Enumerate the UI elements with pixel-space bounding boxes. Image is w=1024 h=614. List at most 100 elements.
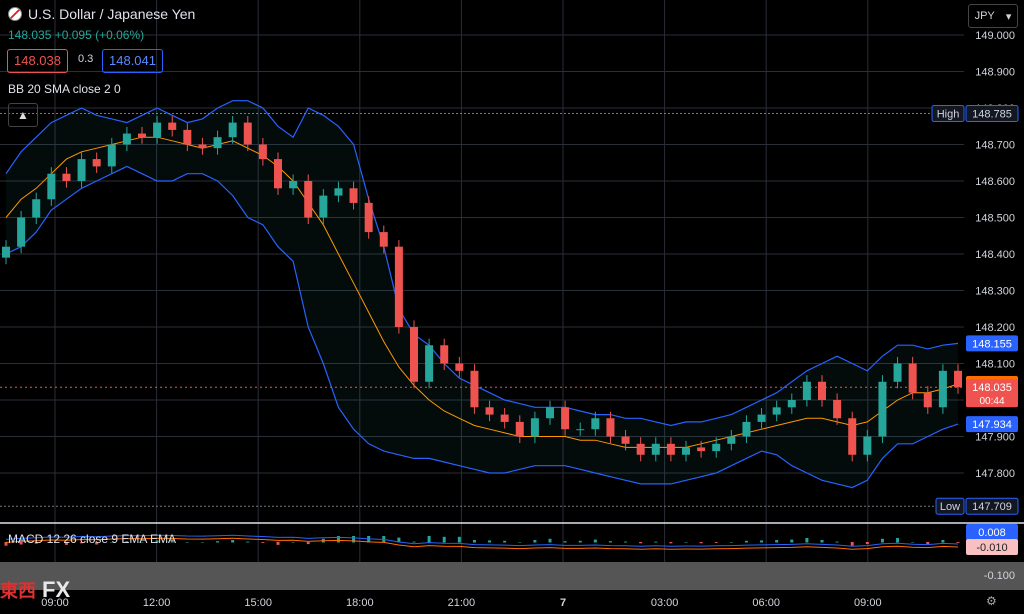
candle-body xyxy=(666,443,675,455)
candle-body xyxy=(122,133,131,145)
macd-histogram-bar xyxy=(865,542,869,545)
candle-body xyxy=(153,122,162,138)
x-tick-label: 12:00 xyxy=(143,597,171,609)
x-tick-label: 21:00 xyxy=(448,597,476,609)
candle-body xyxy=(576,429,585,431)
candle-body xyxy=(410,327,418,382)
macd-histogram-bar xyxy=(276,542,280,545)
collapse-indicators-button[interactable]: ▲ xyxy=(8,103,38,127)
x-tick-label: 03:00 xyxy=(651,597,679,609)
candle-body xyxy=(455,363,464,371)
candle-body xyxy=(2,246,10,258)
chevron-up-icon: ▲ xyxy=(17,108,29,122)
macd-histogram-bar xyxy=(880,538,884,543)
candle-body xyxy=(863,436,872,455)
candle-body xyxy=(168,122,177,130)
candle-body xyxy=(17,217,26,247)
settings-gear-icon[interactable]: ⚙ xyxy=(986,594,997,608)
high-tag: High xyxy=(937,108,960,120)
watermark-kanji: 東西 xyxy=(0,581,36,602)
macd-histogram-bar xyxy=(518,542,522,543)
macd-value-badge: 0.008 xyxy=(978,527,1006,539)
watermark-fx: FX xyxy=(42,577,71,602)
macd-histogram-bar xyxy=(246,541,250,543)
macd-histogram-bar xyxy=(820,540,824,543)
candle-body xyxy=(243,122,252,145)
countdown-label: 00:44 xyxy=(979,396,1004,407)
y-tick-label: 148.400 xyxy=(975,249,1015,261)
y-tick-label: 148.900 xyxy=(975,67,1015,79)
macd-histogram-bar xyxy=(896,538,900,543)
macd-histogram-bar xyxy=(291,542,295,543)
y-tick-label: 148.600 xyxy=(975,176,1015,188)
candle-body xyxy=(107,144,116,167)
chevron-down-icon: ▾ xyxy=(1005,10,1012,23)
candle-body xyxy=(818,381,826,400)
candle-body xyxy=(183,129,192,145)
macd-histogram-bar xyxy=(352,536,356,543)
candle-body xyxy=(833,400,842,419)
candle-body xyxy=(515,421,524,437)
y-tick-label: 148.200 xyxy=(975,322,1015,334)
candle-body xyxy=(258,144,267,160)
x-tick-label: 7 xyxy=(560,597,566,609)
macd-histogram-bar xyxy=(805,538,809,543)
candle-body xyxy=(636,443,645,455)
bb-lower-badge: 147.934 xyxy=(972,419,1012,431)
last-price-badge: 148.035 xyxy=(972,382,1012,394)
candle-body xyxy=(319,195,328,218)
high-price-badge: 148.785 xyxy=(972,108,1012,120)
symbol-title: U.S. Dollar / Japanese Yen xyxy=(28,6,196,22)
macd-histogram-bar xyxy=(548,538,552,543)
candle-body xyxy=(425,345,434,382)
macd-indicator-label[interactable]: MACD 12 26 close 9 EMA EMA xyxy=(8,532,176,546)
ask-button[interactable]: 148.041 xyxy=(102,49,163,73)
bid-button[interactable]: 148.038 xyxy=(7,49,68,73)
macd-histogram-bar xyxy=(488,540,492,543)
macd-histogram-bar xyxy=(790,539,794,543)
y-tick-label: 149.000 xyxy=(975,30,1015,42)
macd-histogram-bar xyxy=(654,541,658,543)
macd-histogram-bar xyxy=(926,542,930,545)
low-price-badge: 147.709 xyxy=(972,501,1012,513)
candle-body xyxy=(591,418,600,430)
x-tick-label: 15:00 xyxy=(244,597,272,609)
candle-body xyxy=(485,407,494,415)
candle-body xyxy=(908,363,917,393)
macd-histogram-bar xyxy=(563,541,567,543)
candle-body xyxy=(893,363,902,382)
macd-histogram-bar xyxy=(669,542,673,544)
watermark-logo: 東西 FX xyxy=(0,574,70,606)
macd-histogram-bar xyxy=(835,541,839,543)
y-tick-label: 147.900 xyxy=(975,432,1015,444)
y-tick-label: 148.300 xyxy=(975,286,1015,298)
candle-body xyxy=(62,173,71,181)
macd-histogram-bar xyxy=(744,540,748,543)
macd-histogram-bar xyxy=(503,540,507,543)
macd-histogram-bar xyxy=(457,536,461,543)
macd-histogram-bar xyxy=(775,540,779,543)
x-tick-label: 18:00 xyxy=(346,597,374,609)
macd-histogram-bar xyxy=(684,542,688,543)
y-tick-label: 148.500 xyxy=(975,213,1015,225)
macd-histogram-bar xyxy=(200,542,204,543)
price-chart[interactable]: 149.000148.900148.800148.700148.600148.5… xyxy=(0,0,1024,614)
candle-body xyxy=(546,407,554,419)
candle-body xyxy=(772,407,781,415)
candle-body xyxy=(757,414,766,422)
currency-select[interactable]: JPY ▾ xyxy=(968,4,1018,28)
macd-signal-badge: -0.010 xyxy=(976,542,1007,554)
candle-body xyxy=(742,421,751,437)
candle-body xyxy=(787,400,796,408)
candle-body xyxy=(651,443,660,455)
macd-histogram-bar xyxy=(231,540,235,543)
candle-body xyxy=(334,188,343,196)
macd-histogram-bar xyxy=(185,542,189,543)
low-tag: Low xyxy=(940,501,960,513)
macd-histogram-bar xyxy=(472,540,476,543)
macd-histogram-bar xyxy=(729,542,733,543)
bb-indicator-label[interactable]: BB 20 SMA close 2 0 xyxy=(8,82,121,96)
macd-histogram-bar xyxy=(639,542,643,544)
macd-histogram-bar xyxy=(956,542,960,543)
macd-histogram-bar xyxy=(261,542,265,543)
